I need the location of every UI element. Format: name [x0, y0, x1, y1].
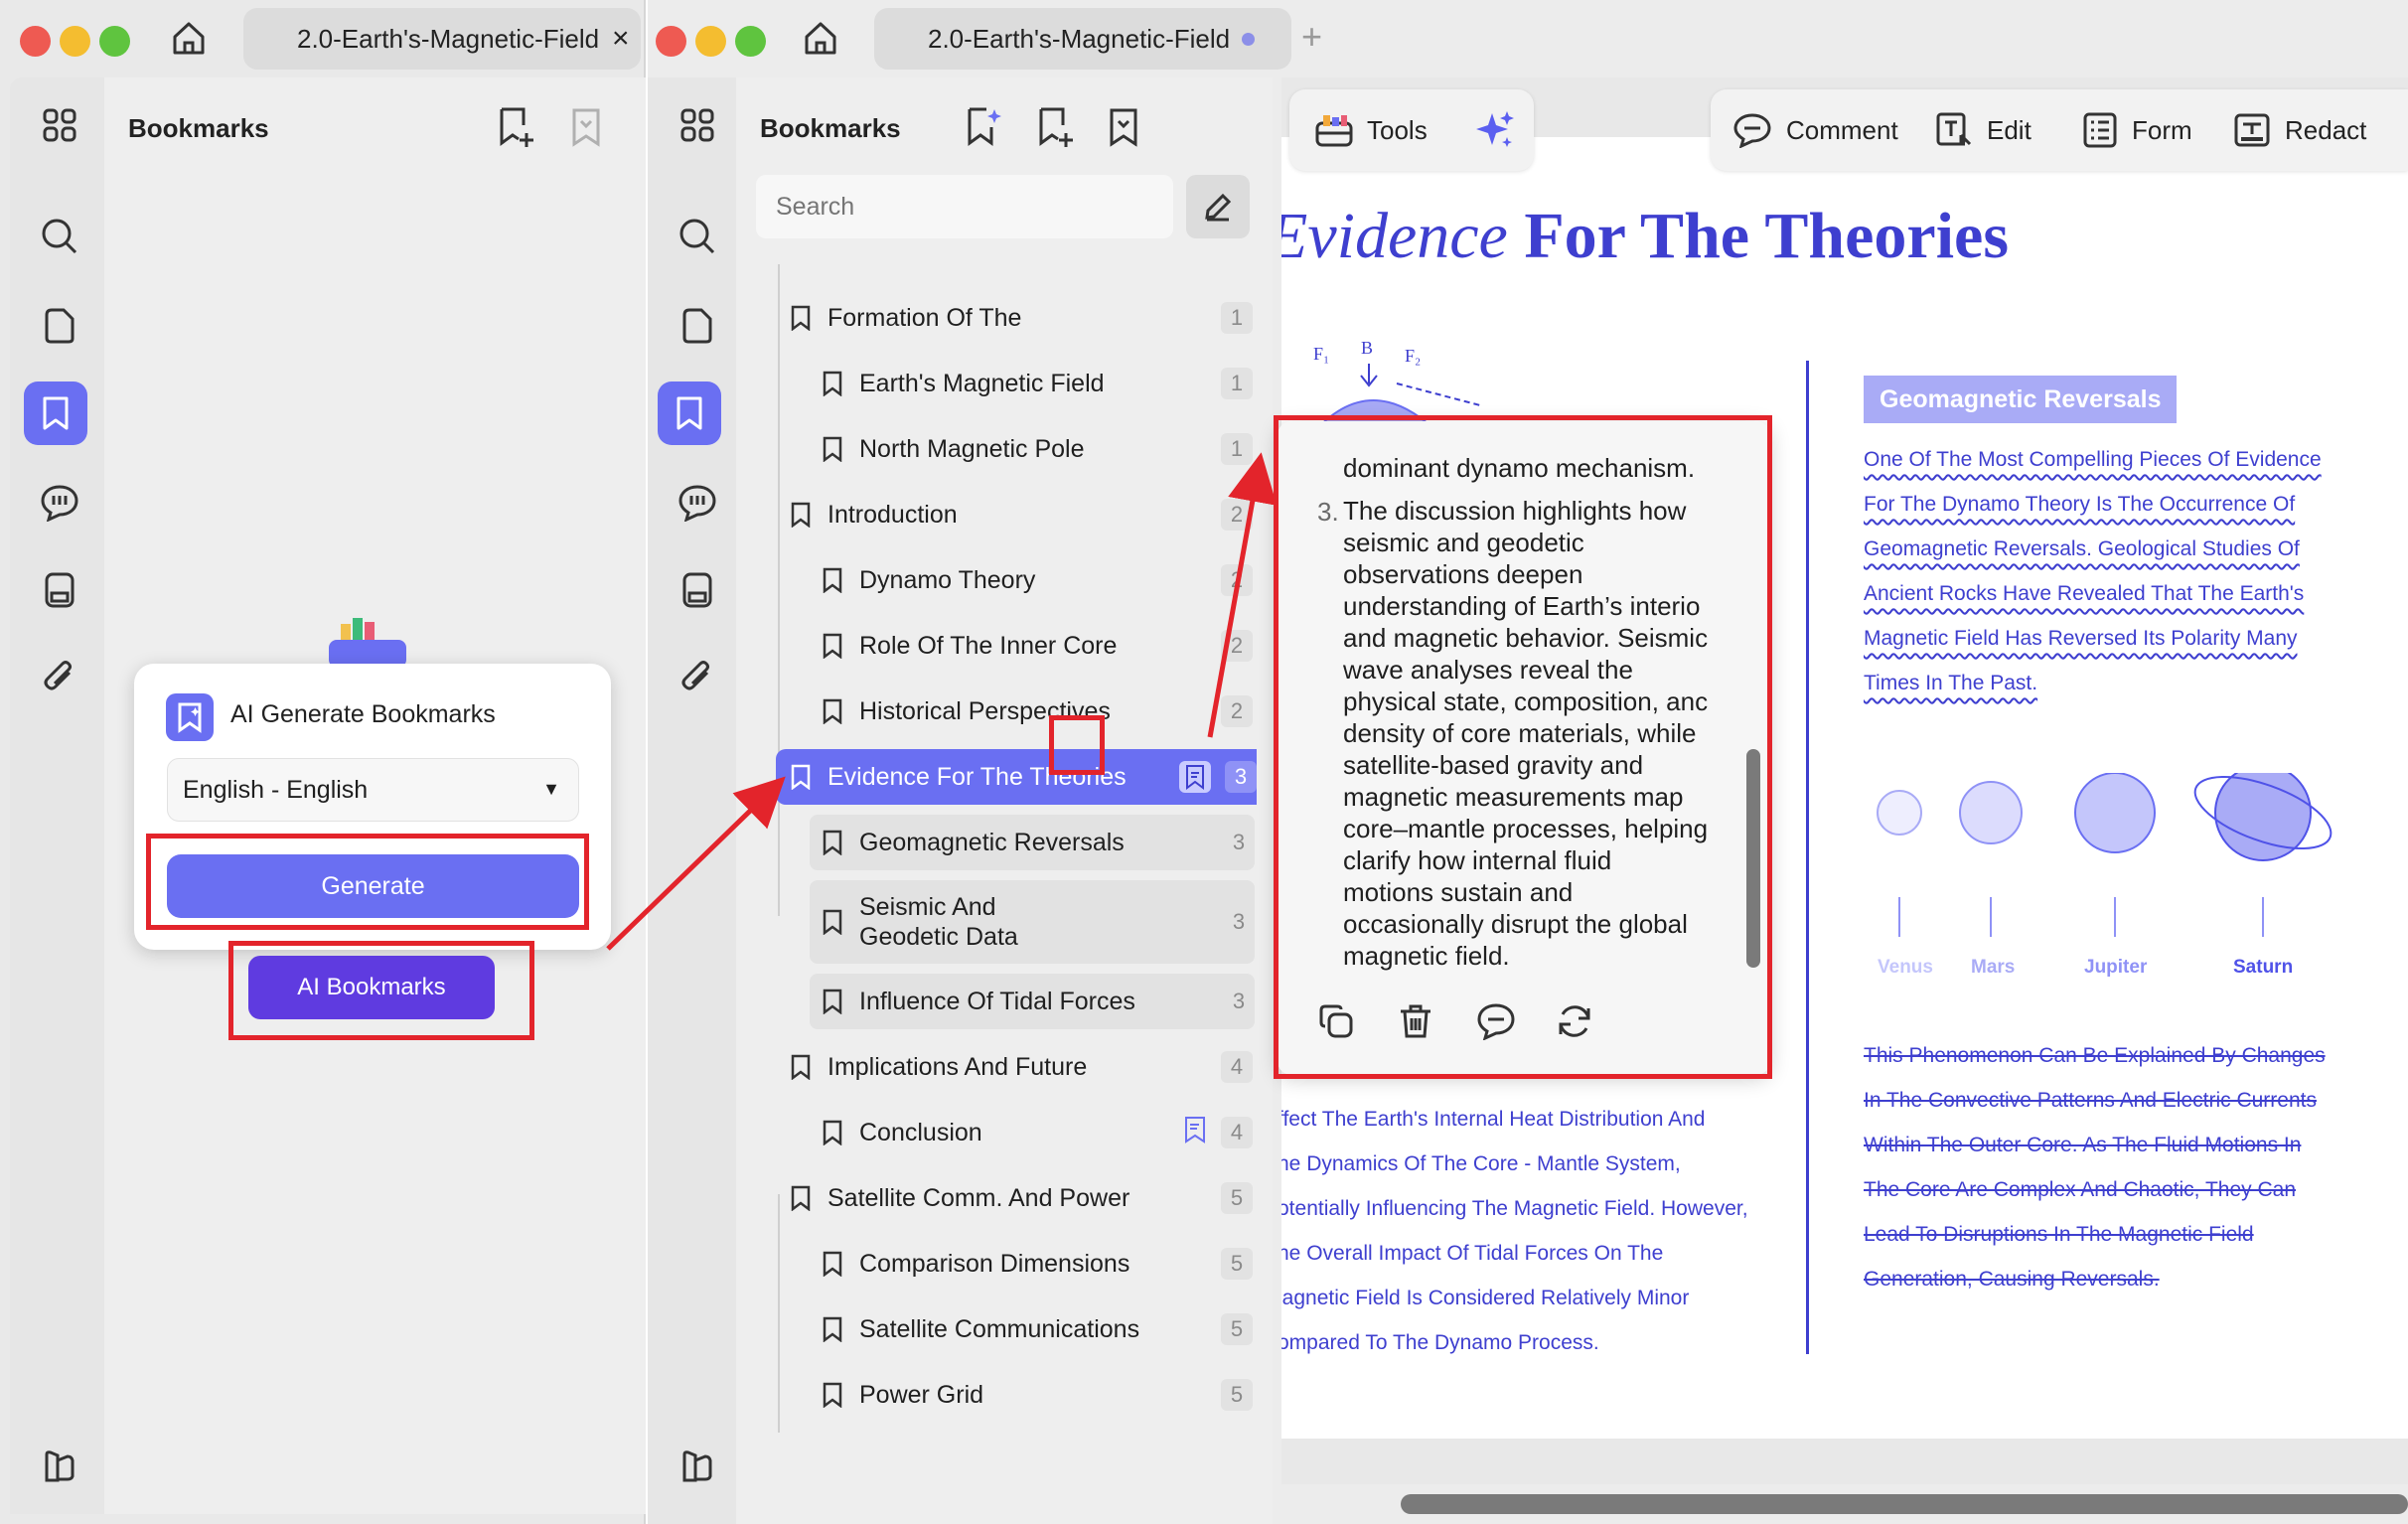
annotation-arrow [1207, 452, 1278, 738]
annotation-arrows [606, 452, 1278, 951]
annotation-arrow [606, 776, 786, 951]
